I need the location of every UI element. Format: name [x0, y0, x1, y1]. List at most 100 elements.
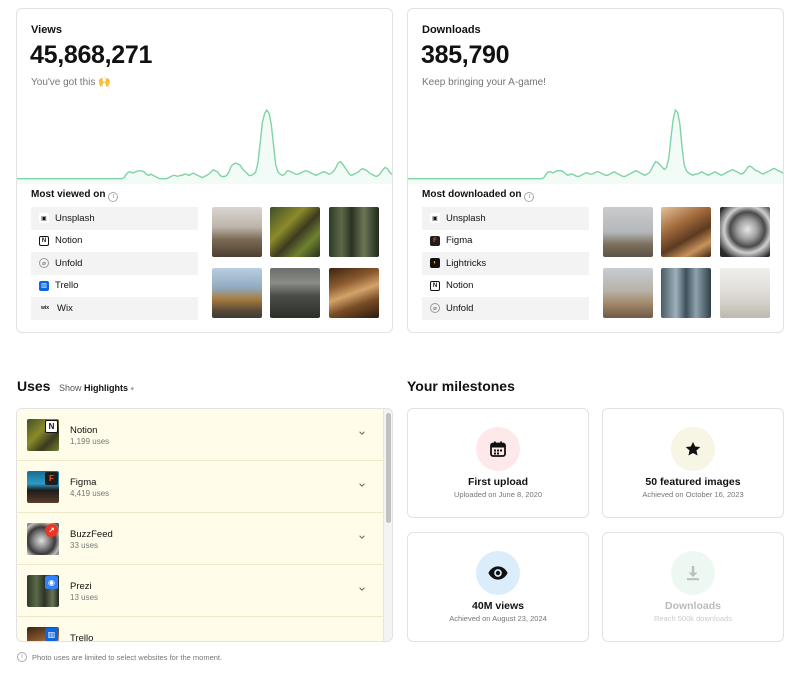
photo-thumbnail[interactable]	[212, 207, 262, 257]
downloads-label: Downloads	[422, 24, 481, 36]
use-name: Prezi	[70, 581, 92, 592]
photo-thumbnail[interactable]	[329, 268, 379, 318]
chevron-down-icon[interactable]	[358, 533, 366, 541]
use-thumbnail: ◉	[27, 575, 59, 607]
trello-icon: ▥	[39, 280, 49, 291]
wix-icon: wix	[40, 305, 50, 312]
milestone-title: 50 featured images	[645, 476, 741, 488]
most-viewed-title: Most viewed on i	[31, 189, 119, 202]
use-thumbnail: ▥	[27, 627, 59, 641]
chevron-down-icon[interactable]	[358, 481, 366, 489]
use-name: Figma	[70, 477, 97, 488]
use-row-buzzfeed[interactable]: ↗ BuzzFeed 33 uses	[17, 513, 384, 565]
milestone-badge	[671, 427, 715, 471]
downloads-value: 385,790	[421, 41, 510, 69]
lightricks-icon: ◐	[430, 258, 440, 269]
milestone-title: 40M views	[472, 600, 524, 612]
trend-line	[408, 108, 783, 180]
most-downloaded-photos	[603, 207, 770, 318]
use-row-prezi[interactable]: ◉ Prezi 13 uses	[17, 565, 384, 617]
caret-down-icon: ▾	[130, 386, 135, 393]
use-count: 13 uses	[70, 593, 99, 602]
milestone-title: Downloads	[664, 600, 721, 612]
most-viewed-list: ▣ Unsplash N Notion ⌀ Unfold ▥ Trello wix Wix	[31, 207, 198, 320]
milestone-views: 40M views Achieved on August 23, 2024	[407, 532, 589, 642]
use-count: 33 uses	[70, 541, 99, 550]
most-downloaded-title: Most downloaded on i	[422, 189, 535, 202]
downloads-card: Downloads 385,790 Keep bringing your A-g…	[407, 8, 784, 333]
unsplash-icon: ▣	[39, 213, 49, 224]
photo-thumbnail[interactable]	[720, 207, 770, 257]
prezi-icon: ◉	[45, 576, 58, 589]
downloads-trend-chart	[408, 108, 783, 184]
use-name: BuzzFeed	[70, 529, 113, 540]
photo-thumbnail[interactable]	[603, 268, 653, 318]
uses-scrollbar[interactable]	[383, 409, 392, 641]
photo-thumbnail[interactable]	[212, 268, 262, 318]
milestone-downloads: Downloads Reach 500k downloads	[602, 532, 784, 642]
use-row-figma[interactable]: F Figma 4,419 uses	[17, 461, 384, 513]
eye-icon	[488, 566, 508, 580]
milestone-badge	[476, 427, 520, 471]
photo-thumbnail[interactable]	[720, 268, 770, 318]
milestone-badge	[671, 551, 715, 595]
milestone-first-upload: First upload Uploaded on June 8, 2020	[407, 408, 589, 518]
uses-footnote: i Photo uses are limited to select websit…	[17, 652, 222, 662]
site-row-notion: N Notion	[422, 275, 589, 298]
use-row-notion[interactable]: N Notion 1,199 uses	[17, 409, 384, 461]
use-row-trello[interactable]: ▥ Trello	[17, 617, 384, 642]
notion-icon: N	[39, 235, 49, 246]
most-downloaded-list: ▣ Unsplash F Figma ◐ Lightricks N Notion ⌀ Un…	[422, 207, 589, 320]
use-thumbnail: ↗	[27, 523, 59, 555]
unsplash-icon: ▣	[430, 213, 440, 224]
views-card: Views 45,868,271 You've got this 🙌 Most …	[16, 8, 393, 333]
chevron-down-icon[interactable]	[358, 429, 366, 437]
trend-area	[408, 110, 783, 184]
views-label: Views	[31, 24, 62, 36]
uses-title: Uses	[17, 378, 51, 394]
buzzfeed-icon: ↗	[45, 524, 58, 537]
unfold-icon: ⌀	[39, 258, 49, 269]
photo-thumbnail[interactable]	[661, 268, 711, 318]
trend-area	[17, 110, 392, 184]
photo-thumbnail[interactable]	[603, 207, 653, 257]
photo-thumbnail[interactable]	[270, 268, 320, 318]
calendar-icon	[490, 441, 506, 457]
figma-icon: F	[45, 472, 58, 485]
download-icon	[687, 566, 699, 581]
info-icon[interactable]: i	[524, 192, 535, 202]
chevron-down-icon[interactable]	[358, 585, 366, 593]
info-icon: i	[17, 652, 27, 662]
scrollbar-thumb[interactable]	[386, 413, 391, 523]
photo-thumbnail[interactable]	[329, 207, 379, 257]
milestone-badge	[476, 551, 520, 595]
site-row-trello: ▥ Trello	[31, 275, 198, 298]
milestone-subtitle: Reach 500k downloads	[654, 614, 732, 623]
use-name: Trello	[70, 633, 94, 642]
show-filter-dropdown[interactable]: Show Highlights ▾	[59, 383, 134, 393]
milestone-subtitle: Achieved on August 23, 2024	[449, 614, 547, 623]
views-value: 45,868,271	[30, 41, 153, 69]
milestone-subtitle: Achieved on October 16, 2023	[642, 490, 744, 499]
downloads-subtitle: Keep bringing your A-game!	[422, 77, 546, 88]
info-icon[interactable]: i	[108, 192, 119, 202]
site-row-unsplash: ▣ Unsplash	[31, 207, 198, 230]
star-icon	[685, 441, 701, 456]
milestone-subtitle: Uploaded on June 8, 2020	[454, 490, 542, 499]
site-row-figma: F Figma	[422, 230, 589, 253]
use-thumbnail: F	[27, 471, 59, 503]
photo-thumbnail[interactable]	[270, 207, 320, 257]
photo-thumbnail[interactable]	[661, 207, 711, 257]
use-count: 1,199 uses	[70, 437, 110, 446]
figma-icon: F	[430, 235, 440, 246]
milestones-title: Your milestones	[407, 378, 515, 394]
use-count: 4,419 uses	[70, 489, 110, 498]
site-row-unfold: ⌀ Unfold	[422, 297, 589, 320]
notion-icon: N	[45, 420, 58, 433]
use-name: Notion	[70, 425, 98, 436]
milestone-title: First upload	[467, 476, 529, 488]
views-trend-chart	[17, 108, 392, 184]
site-row-unsplash: ▣ Unsplash	[422, 207, 589, 230]
site-row-wix: wix Wix	[31, 297, 198, 320]
site-row-lightricks: ◐ Lightricks	[422, 252, 589, 275]
